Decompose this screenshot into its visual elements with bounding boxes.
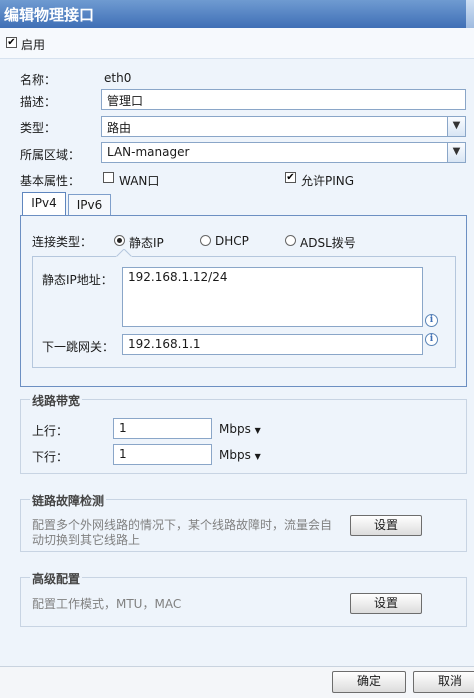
bandwidth-title: 线路带宽 <box>30 392 83 409</box>
enable-row: ✔ 启用 <box>0 28 474 59</box>
radio-dhcp[interactable] <box>200 235 211 246</box>
type-label: 类型： <box>20 121 57 135</box>
up-input[interactable]: 1 <box>113 418 212 439</box>
tab-ipv6[interactable]: IPv6 <box>68 194 111 216</box>
chevron-down-icon[interactable]: ▼ <box>447 117 465 136</box>
conn-type-label: 连接类型： <box>32 235 93 249</box>
name-label: 名称： <box>20 73 57 87</box>
down-label: 下行： <box>32 450 69 464</box>
tab-ipv4[interactable]: IPv4 <box>22 192 66 216</box>
down-unit-select[interactable]: Mbps ▼ <box>219 448 261 462</box>
wan-label: WAN口 <box>119 174 160 188</box>
up-label: 上行： <box>32 424 69 438</box>
name-value: eth0 <box>104 71 132 85</box>
down-input[interactable]: 1 <box>113 444 212 465</box>
advanced-settings-button[interactable]: 设置 <box>350 593 422 614</box>
window-close-stub[interactable] <box>466 0 474 28</box>
info-icon[interactable]: i <box>425 333 438 346</box>
enable-label: 启用 <box>21 38 46 52</box>
info-icon[interactable]: i <box>425 314 438 327</box>
radio-static-ip-label: 静态IP <box>129 236 164 250</box>
bandwidth-section <box>20 399 467 474</box>
enable-checkbox[interactable]: ✔ <box>6 37 17 48</box>
down-unit-value: Mbps <box>219 448 251 462</box>
fault-title: 链路故障检测 <box>30 492 107 509</box>
fault-settings-button[interactable]: 设置 <box>350 515 422 536</box>
radio-adsl[interactable] <box>285 235 296 246</box>
advanced-desc: 配置工作模式，MTU，MAC <box>32 597 182 611</box>
up-unit-value: Mbps <box>219 422 251 436</box>
fault-desc-line2: 动切换到其它线路上 <box>32 533 141 547</box>
zone-label: 所属区域： <box>20 148 81 162</box>
radio-static-ip[interactable] <box>114 235 125 246</box>
cancel-button[interactable]: 取消 <box>413 671 474 693</box>
wan-checkbox[interactable] <box>103 172 114 183</box>
radio-adsl-label: ADSL拨号 <box>300 236 356 250</box>
window-titlebar: 编辑物理接口 <box>0 0 474 28</box>
advanced-title: 高级配置 <box>30 570 83 587</box>
static-ip-textarea[interactable]: 192.168.1.12/24 <box>122 267 423 327</box>
ping-label: 允许PING <box>301 174 355 188</box>
static-ip-label: 静态IP地址： <box>42 273 113 287</box>
static-ip-notch <box>116 249 132 258</box>
radio-dhcp-label: DHCP <box>215 234 249 248</box>
gateway-input[interactable]: 192.168.1.1 <box>122 334 423 355</box>
zone-select-value: LAN-manager <box>107 145 190 159</box>
chevron-down-icon[interactable]: ▼ <box>447 143 465 162</box>
ok-button[interactable]: 确定 <box>332 671 406 693</box>
gateway-label: 下一跳网关： <box>42 340 115 354</box>
type-select[interactable]: 路由 ▼ <box>101 116 466 137</box>
type-select-value: 路由 <box>107 121 132 135</box>
attr-label: 基本属性： <box>20 174 81 188</box>
ping-checkbox[interactable]: ✔ <box>285 172 296 183</box>
caret-down-icon: ▼ <box>254 426 261 435</box>
up-unit-select[interactable]: Mbps ▼ <box>219 422 261 436</box>
zone-select[interactable]: LAN-manager ▼ <box>101 142 466 163</box>
desc-input[interactable]: 管理口 <box>101 89 466 110</box>
desc-label: 描述： <box>20 95 57 109</box>
window-title: 编辑物理接口 <box>4 6 95 24</box>
caret-down-icon: ▼ <box>254 452 261 461</box>
